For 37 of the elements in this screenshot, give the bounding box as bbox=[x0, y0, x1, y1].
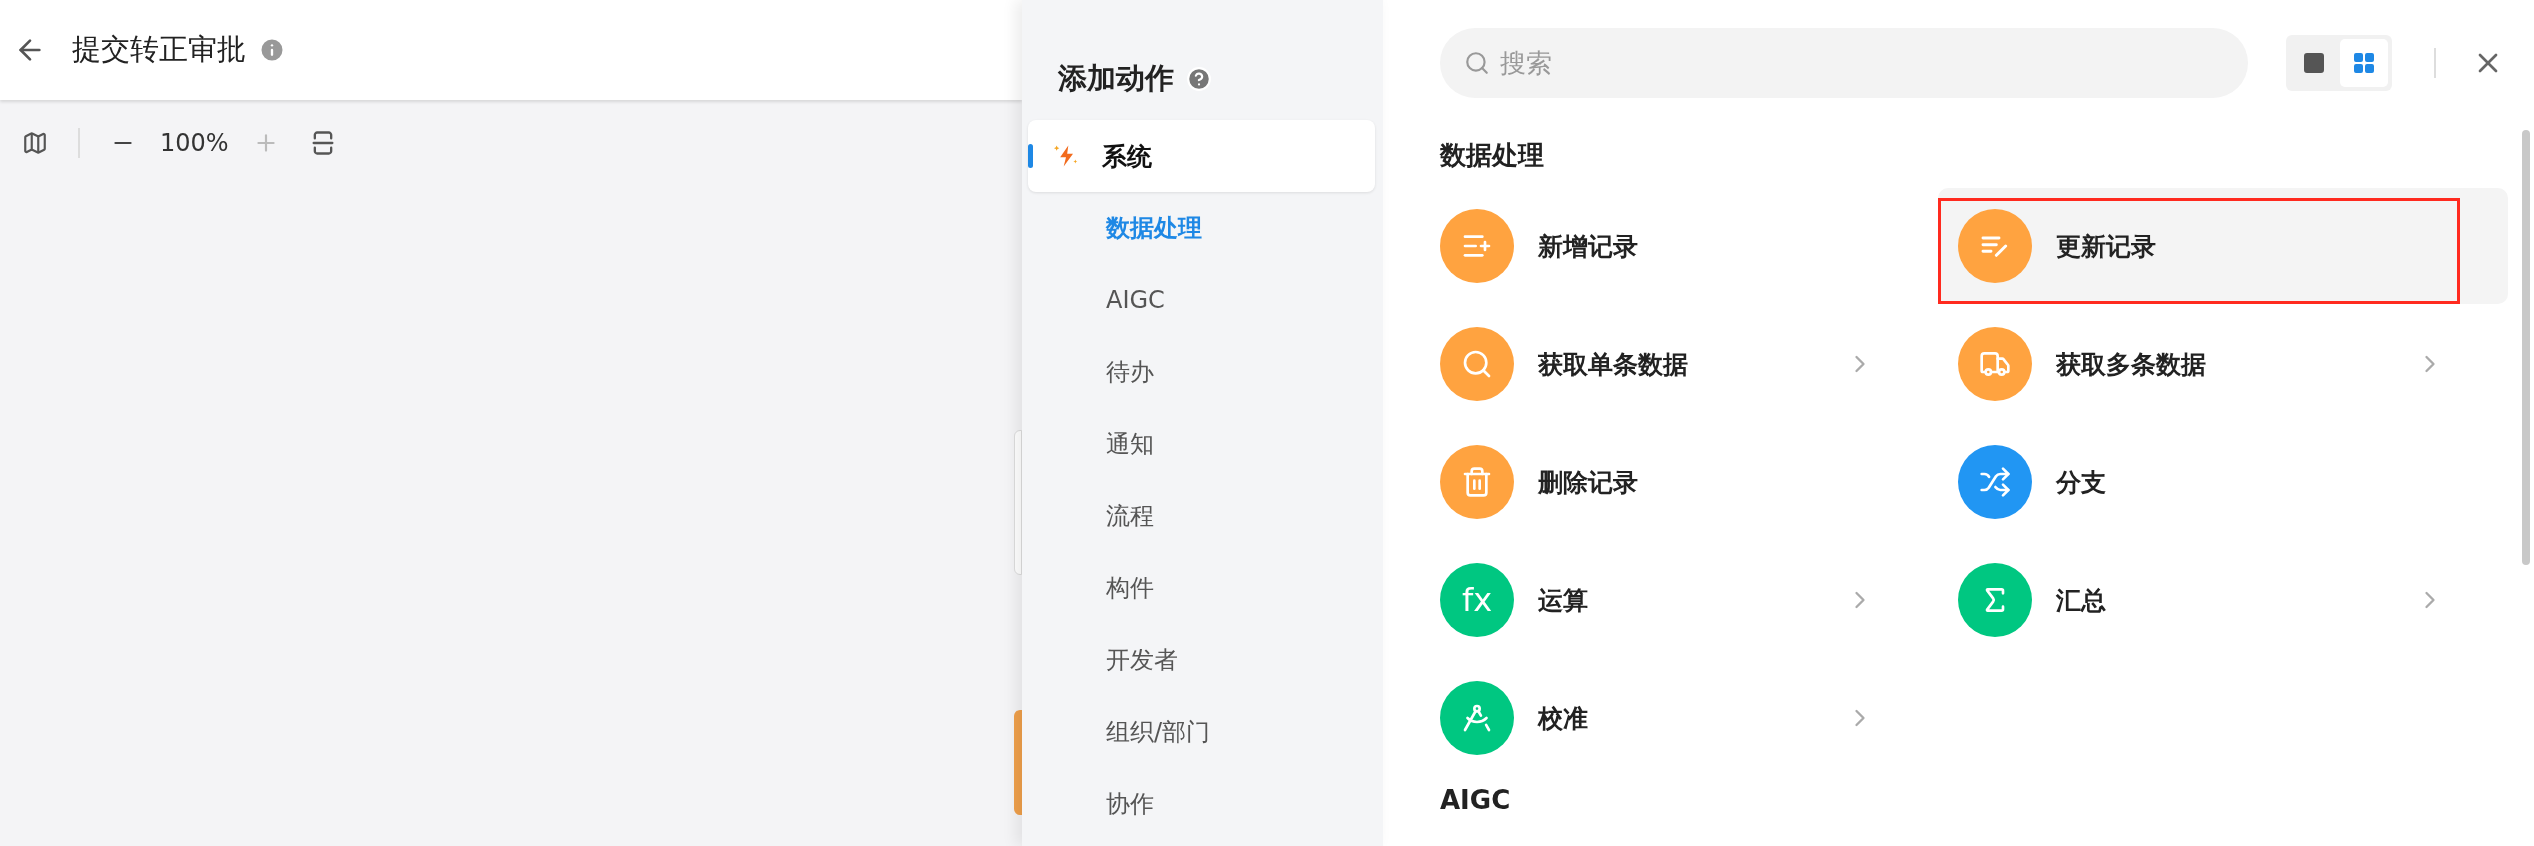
action-item[interactable]: 获取多条数据 bbox=[1938, 306, 2508, 422]
shuffle-icon bbox=[1979, 466, 2011, 498]
action-item[interactable]: 更新记录 bbox=[1938, 188, 2508, 304]
info-icon[interactable] bbox=[258, 36, 286, 64]
section-title: 数据处理 bbox=[1440, 139, 1545, 172]
compass-icon bbox=[1461, 702, 1493, 734]
subcategory-item[interactable]: 待办 bbox=[1022, 336, 1383, 408]
subcategory-item[interactable]: AIGC bbox=[1022, 264, 1383, 336]
subcategory-item[interactable]: 通知 bbox=[1022, 408, 1383, 480]
subcategory-item[interactable]: 开发者 bbox=[1022, 624, 1383, 696]
action-item[interactable]: 汇总 bbox=[1938, 542, 2508, 658]
help-icon[interactable] bbox=[1186, 66, 1212, 92]
page-title: 提交转正审批 bbox=[72, 31, 246, 68]
panel-title: 添加动作 bbox=[1058, 60, 1174, 97]
action-item[interactable]: 获取单条数据 bbox=[1420, 306, 1938, 422]
search-icon bbox=[1461, 348, 1493, 380]
subcategory-item[interactable]: 流程 bbox=[1022, 480, 1383, 552]
action-item[interactable]: fx 运算 bbox=[1420, 542, 1938, 658]
category-item[interactable]: 系统 bbox=[1028, 120, 1375, 192]
grid-view-button[interactable] bbox=[2340, 39, 2388, 87]
zoom-level: 100% bbox=[160, 129, 229, 157]
trash-icon bbox=[1461, 466, 1493, 498]
scrollbar[interactable] bbox=[2522, 130, 2530, 565]
subcategory-item[interactable]: 组织/部门 bbox=[1022, 696, 1383, 768]
map-icon[interactable] bbox=[22, 130, 48, 156]
search-field[interactable]: 搜索 bbox=[1440, 28, 2248, 98]
action-item[interactable]: 新增记录 bbox=[1420, 188, 1938, 304]
action-item[interactable]: 删除记录 bbox=[1420, 424, 1938, 540]
action-item[interactable]: 校准 bbox=[1420, 660, 1938, 776]
action-item[interactable]: 分支 bbox=[1938, 424, 2508, 540]
search-icon bbox=[1464, 50, 1490, 76]
subcategory-item[interactable]: 构件 bbox=[1022, 552, 1383, 624]
grid-icon bbox=[2352, 51, 2376, 75]
subcategory-item[interactable]: 协作 bbox=[1022, 768, 1383, 840]
action-icon-circle: fx bbox=[1440, 563, 1514, 637]
section-title: AIGC bbox=[1440, 785, 1512, 815]
selection-indicator bbox=[1028, 144, 1033, 168]
